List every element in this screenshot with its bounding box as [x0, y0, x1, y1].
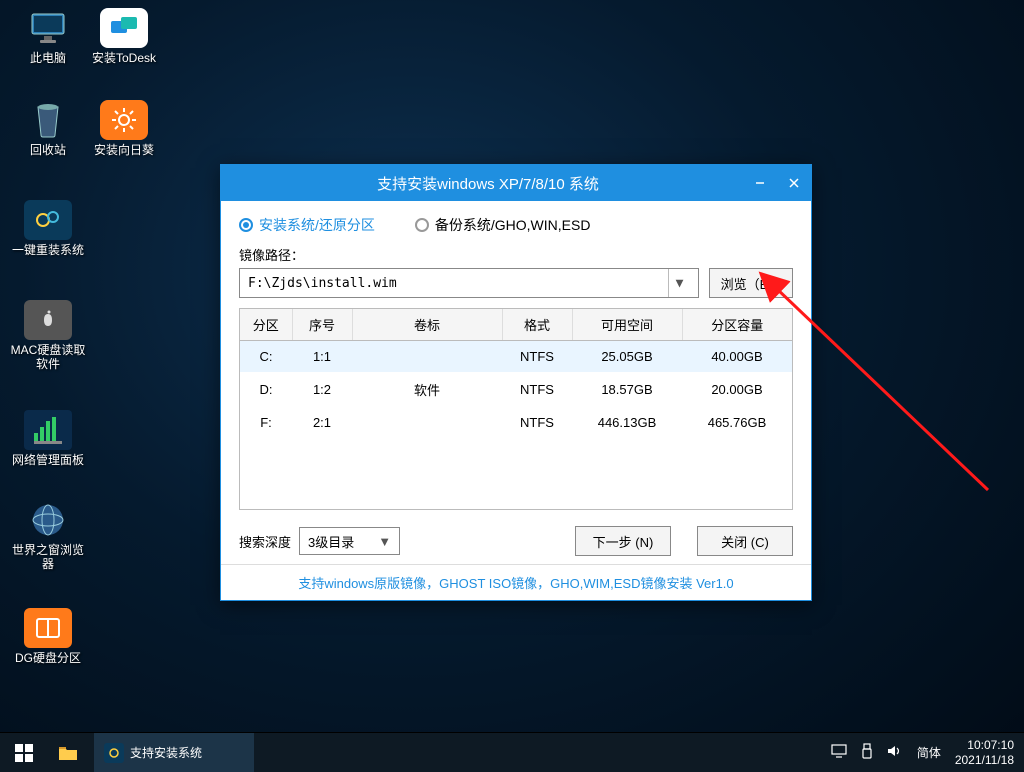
desktop-icon-label: MAC硬盘读取软件: [10, 344, 86, 372]
col-header-free[interactable]: 可用空间: [572, 309, 682, 341]
partition-table: 分区 序号 卷标 格式 可用空间 分区容量 C:1:1NTFS25.05GB40…: [239, 308, 793, 510]
cell-fs: NTFS: [502, 407, 572, 438]
search-depth-label: 搜索深度: [239, 532, 291, 551]
radio-bullet-icon: [239, 218, 253, 232]
cell-free: 25.05GB: [572, 341, 682, 372]
desktop-icon-label: 回收站: [10, 144, 86, 158]
col-header-partition[interactable]: 分区: [240, 309, 292, 341]
cell-cap: 40.00GB: [682, 341, 792, 372]
taskbar-app-installer[interactable]: 支持安装系统: [94, 733, 254, 772]
cell-cap: 465.76GB: [682, 407, 792, 438]
cell-cap: 20.00GB: [682, 372, 792, 407]
desktop-icon-dgdisk[interactable]: DG硬盘分区: [10, 608, 86, 666]
next-button[interactable]: 下一步 (N): [575, 526, 671, 556]
table-row[interactable]: C:1:1 NTFS25.05GB40.00GB: [240, 341, 792, 372]
chevron-down-icon: ▼: [378, 534, 391, 549]
apple-drive-icon: [24, 300, 72, 340]
image-path-input[interactable]: F:\Zjds\install.wim ▼: [239, 268, 699, 298]
tray-monitor-icon[interactable]: [831, 744, 847, 761]
dropdown-icon[interactable]: ▼: [668, 269, 690, 297]
search-depth-select[interactable]: 3级目录 ▼: [299, 527, 400, 555]
col-header-capacity[interactable]: 分区容量: [682, 309, 792, 341]
minimize-button[interactable]: [743, 165, 777, 201]
desktop-icon-label: DG硬盘分区: [10, 652, 86, 666]
cell-num: 1:1: [292, 341, 352, 372]
desktop-icon-label: 一键重装系统: [10, 244, 86, 258]
cell-fs: NTFS: [502, 341, 572, 372]
tray-clock[interactable]: 10:07:10 2021/11/18: [955, 738, 1014, 767]
desktop-icon-macdisk[interactable]: MAC硬盘读取软件: [10, 300, 86, 372]
desktop-icon-this-pc[interactable]: 此电脑: [10, 8, 86, 66]
col-header-number[interactable]: 序号: [292, 309, 352, 341]
globe-icon: [24, 500, 72, 540]
close-button[interactable]: [777, 165, 811, 201]
col-header-label[interactable]: 卷标: [352, 309, 502, 341]
desktop-icon-label: 安装ToDesk: [86, 52, 162, 66]
cell-num: 1:2: [292, 372, 352, 407]
tray-usb-icon[interactable]: [861, 743, 873, 762]
dialog-footer: 支持windows原版镜像，GHOST ISO镜像，GHO,WIM,ESD镜像安…: [221, 564, 811, 600]
taskbar: 支持安装系统 简体 10:07:10 2021/11/18: [0, 732, 1024, 772]
recycle-bin-icon: [24, 100, 72, 140]
browse-button[interactable]: 浏览（B）: [709, 268, 793, 298]
todesk-icon: [100, 8, 148, 48]
table-row[interactable]: F:2:1 NTFS446.13GB465.76GB: [240, 407, 792, 438]
gears-icon: [24, 200, 72, 240]
radio-bullet-icon: [415, 218, 429, 232]
taskbar-app-label: 支持安装系统: [130, 744, 202, 761]
windows-logo-icon: [15, 744, 33, 762]
tray-time: 10:07:10: [955, 738, 1014, 752]
desktop-icon-worldbrowser[interactable]: 世界之窗浏览器: [10, 500, 86, 572]
col-header-fs[interactable]: 格式: [502, 309, 572, 341]
cell-part: F:: [240, 407, 292, 438]
folder-icon: [58, 743, 78, 763]
radio-label: 安装系统/还原分区: [259, 215, 375, 235]
tray-date: 2021/11/18: [955, 753, 1014, 767]
dg-icon: [24, 608, 72, 648]
start-button[interactable]: [0, 733, 48, 772]
search-depth-value: 3级目录: [308, 532, 354, 551]
desktop-icon-label: 此电脑: [10, 52, 86, 66]
sunflower-icon: [100, 100, 148, 140]
cell-free: 446.13GB: [572, 407, 682, 438]
desktop-icon-label: 安装向日葵: [86, 144, 162, 158]
installer-taskbar-icon: [104, 743, 124, 763]
cell-part: D:: [240, 372, 292, 407]
desktop-icon-sunflower[interactable]: 安装向日葵: [86, 100, 162, 158]
cell-free: 18.57GB: [572, 372, 682, 407]
cell-num: 2:1: [292, 407, 352, 438]
cell-part: C:: [240, 341, 292, 372]
cell-label: 软件: [352, 372, 502, 407]
tray-volume-icon[interactable]: [887, 744, 903, 761]
cell-label: [352, 341, 502, 372]
desktop-icon-netmgr[interactable]: 网络管理面板: [10, 410, 86, 468]
radio-backup[interactable]: 备份系统/GHO,WIN,ESD: [415, 215, 591, 235]
network-panel-icon: [24, 410, 72, 450]
install-dialog: 支持安装windows XP/7/8/10 系统 安装系统/还原分区 备份系统/…: [220, 164, 812, 601]
taskbar-explorer[interactable]: [48, 733, 94, 772]
cell-label: [352, 407, 502, 438]
desktop-icon-label: 网络管理面板: [10, 454, 86, 468]
table-row[interactable]: D:1:2软件NTFS18.57GB20.00GB: [240, 372, 792, 407]
close-dialog-button[interactable]: 关闭 (C): [697, 526, 793, 556]
dialog-title: 支持安装windows XP/7/8/10 系统: [377, 173, 599, 194]
radio-label: 备份系统/GHO,WIN,ESD: [435, 215, 591, 235]
cell-fs: NTFS: [502, 372, 572, 407]
image-path-label: 镜像路径：: [239, 245, 793, 264]
desktop-icon-label: 世界之窗浏览器: [10, 544, 86, 572]
dialog-titlebar[interactable]: 支持安装windows XP/7/8/10 系统: [221, 165, 811, 201]
desktop-icon-todesk[interactable]: 安装ToDesk: [86, 8, 162, 66]
desktop-icon-reinstall[interactable]: 一键重装系统: [10, 200, 86, 258]
desktop-icon-recycle[interactable]: 回收站: [10, 100, 86, 158]
image-path-value: F:\Zjds\install.wim: [248, 276, 397, 291]
monitor-icon: [24, 8, 72, 48]
tray-ime[interactable]: 简体: [917, 744, 941, 761]
radio-install-restore[interactable]: 安装系统/还原分区: [239, 215, 375, 235]
